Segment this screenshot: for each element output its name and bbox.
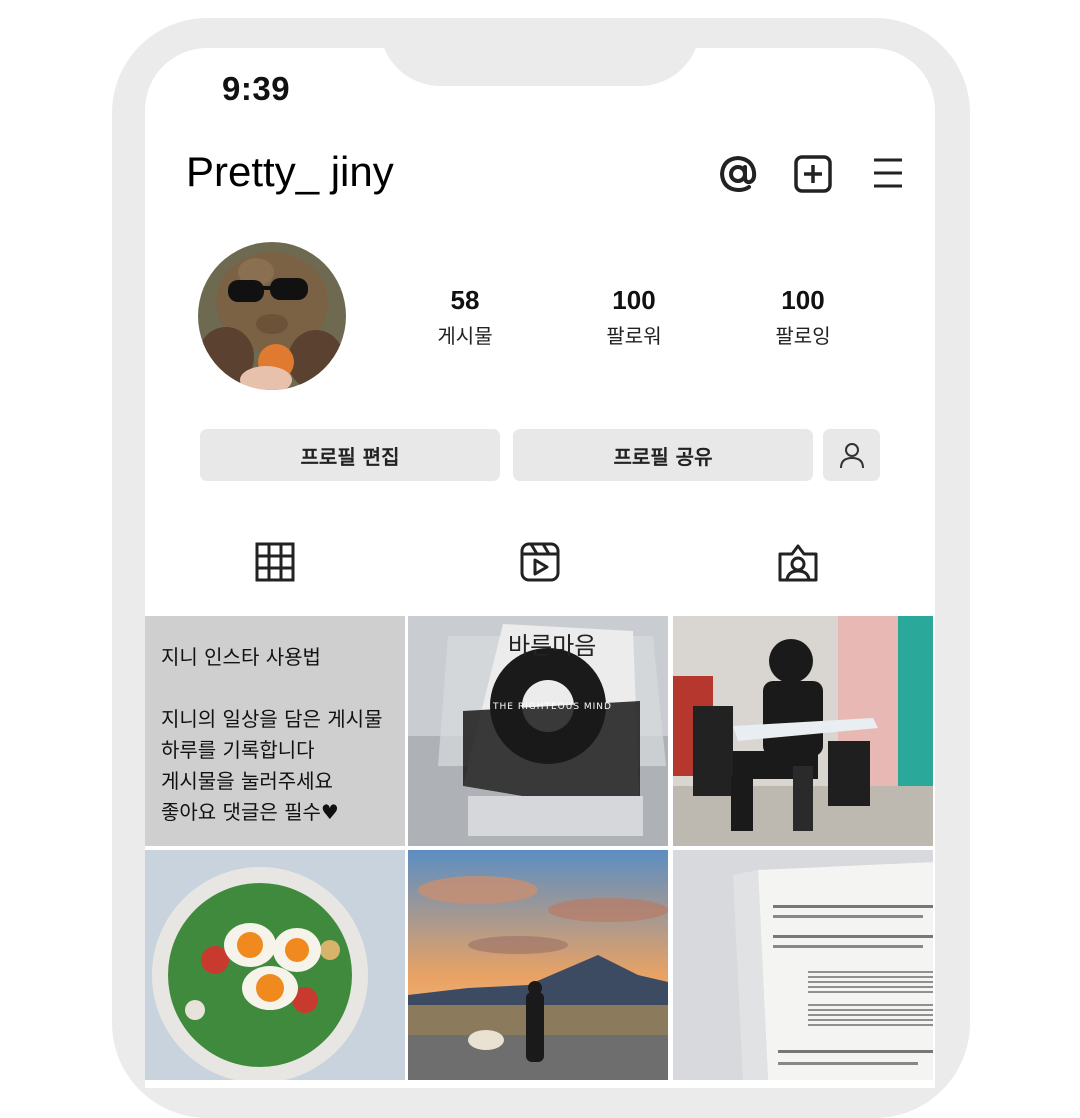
stat-followers-count: 100 [612,285,656,315]
stat-posts-label: 게시물 [437,324,493,348]
intro-line: 게시물을 눌러주세요 [161,769,333,793]
status-time: 9:39 [222,70,291,107]
stat-following-count: 100 [781,285,825,315]
reels-icon[interactable] [518,540,562,584]
person-icon [839,443,864,469]
share-profile-button[interactable]: 프로필 공유 [513,429,813,481]
intro-line: 지니의 일상을 담은 게시물 [161,707,383,731]
post-sheet-music-photo[interactable] [673,850,933,1080]
intro-line: 좋아요 댓글은 필수♥ [161,800,339,824]
post-sunset-photo[interactable] [408,850,668,1080]
book-title: 바른마음 [508,632,596,660]
avatar[interactable] [198,242,346,390]
post-book-photo[interactable]: 바른마음 THE RIGHTEOUS MIND [408,616,668,846]
intro-post[interactable]: 지니 인스타 사용법 지니의 일상을 담은 게시물 하루를 기록합니다 게시물을… [145,616,405,846]
notch [380,18,700,86]
hamburger-icon[interactable] [866,152,910,196]
post-guitar-photo[interactable] [673,616,933,846]
plus-square-icon[interactable] [791,152,835,196]
at-icon[interactable] [716,152,760,196]
discover-people-button[interactable] [823,429,880,481]
stat-following[interactable]: 100 팔로잉 [738,285,868,349]
edit-profile-button[interactable]: 프로필 편집 [200,429,500,481]
intro-line [161,673,389,704]
book-subtitle: THE RIGHTEOUS MIND [492,702,612,712]
profile-username[interactable]: Pretty_ jiny [186,148,394,196]
stat-followers[interactable]: 100 팔로워 [569,285,699,349]
post-salad-photo[interactable] [145,850,405,1080]
intro-line: 하루를 기록합니다 [161,738,315,762]
tagged-icon[interactable] [776,540,820,584]
intro-line: 지니 인스타 사용법 [161,645,321,669]
grid-icon[interactable] [253,540,297,584]
stat-followers-label: 팔로워 [606,324,662,348]
stat-posts[interactable]: 58 게시물 [400,285,530,349]
stat-posts-count: 58 [450,285,480,315]
stat-following-label: 팔로잉 [775,324,831,348]
